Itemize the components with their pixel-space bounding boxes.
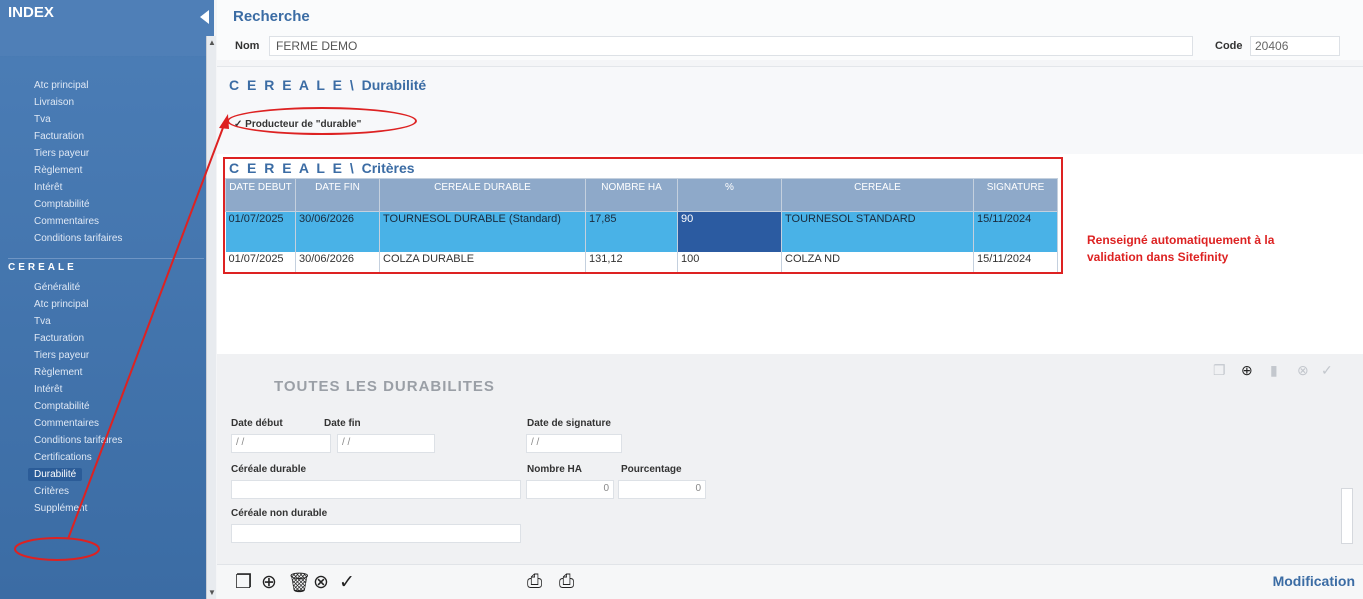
scroll-down-icon[interactable]: ▼ (208, 588, 216, 597)
sidebar-item-cereale-atc-principal[interactable]: Atc principal (34, 299, 88, 310)
sidebar: INDEX Atc principal Livraison Tva Factur… (0, 0, 214, 599)
scroll-up-icon[interactable]: ▲ (208, 38, 216, 47)
sidebar-divider (8, 258, 204, 259)
date-debut-label: Date début (231, 418, 283, 429)
nombre-ha-field[interactable]: 0 (526, 480, 614, 499)
cereale-durable-label: Céréale durable (231, 464, 307, 475)
copy-icon[interactable]: ❐ (1213, 362, 1226, 379)
date-signature-label: Date de signature (527, 418, 611, 429)
date-debut-field[interactable]: / / (231, 434, 331, 453)
annotation-line-1: Renseigné automatiquement à la (1087, 233, 1275, 247)
sidebar-item-facturation[interactable]: Facturation (34, 131, 84, 142)
main-content: Recherche Nom FERME DEMO Code 20406 C E … (217, 0, 1363, 599)
sidebar-item-tiers-payeur[interactable]: Tiers payeur (34, 148, 89, 159)
highlight-ellipse (227, 107, 417, 135)
form-scrollbar[interactable] (1341, 488, 1353, 544)
sidebar-item-cereale-comptabilite[interactable]: Comptabilité (34, 401, 90, 412)
cancel-icon[interactable]: ⊗ (1297, 362, 1309, 379)
sidebar-item-cereale-tiers-payeur[interactable]: Tiers payeur (34, 350, 89, 361)
sidebar-item-cereale-tva[interactable]: Tva (34, 316, 51, 327)
sidebar-item-cereale-commentaires[interactable]: Commentaires (34, 418, 99, 429)
sidebar-item-cereale-facturation[interactable]: Facturation (34, 333, 84, 344)
durabilite-title-suffix: Durabilité (361, 77, 427, 93)
add-record-icon[interactable]: ⊕ (261, 571, 277, 594)
sidebar-item-reglement[interactable]: Règlement (34, 165, 82, 176)
durabilites-form-panel: ❐ ⊕ ▮ ⊗ ✓ TOUTES LES DURABILITES Date dé… (217, 354, 1363, 564)
code-label: Code (1215, 40, 1243, 52)
criteres-highlight-box (223, 157, 1063, 274)
sidebar-item-conditions-tarifaires[interactable]: Conditions tarifaires (34, 233, 122, 244)
cereale-non-durable-field[interactable] (231, 524, 521, 543)
sidebar-scrollbar[interactable]: ▲ ▼ (206, 36, 216, 599)
validate-icon[interactable]: ✓ (1321, 362, 1333, 379)
sidebar-item-durabilite[interactable]: Durabilité (28, 468, 83, 481)
durabilite-section-title: C E R E A L E \ Durabilité (229, 77, 426, 93)
search-bar: Recherche Nom FERME DEMO Code 20406 (217, 0, 1363, 60)
name-field[interactable]: FERME DEMO (269, 36, 1193, 56)
annotation-note: Renseigné automatiquement à la validatio… (1087, 232, 1274, 266)
sidebar-item-certifications[interactable]: Certifications (34, 452, 92, 463)
delete-icon[interactable]: ▮ (1270, 362, 1278, 379)
collapse-sidebar-icon[interactable] (200, 10, 209, 24)
nombre-ha-label: Nombre HA (527, 464, 583, 475)
sidebar-section-cereale: CEREALE (8, 262, 77, 273)
sidebar-item-atc-principal[interactable]: Atc principal (34, 80, 88, 91)
sidebar-item-interet[interactable]: Intérêt (34, 182, 62, 193)
date-fin-field[interactable]: / / (337, 434, 435, 453)
code-field[interactable]: 20406 (1250, 36, 1340, 56)
cancel-record-icon[interactable]: ⊗ (313, 571, 329, 594)
page-title: Recherche (233, 8, 310, 25)
bottom-toolbar: ❐ ⊕ 🗑 ⊗ ✓ ⎙ ⎙ Modification (217, 564, 1363, 599)
status-mode: Modification (1272, 573, 1355, 589)
date-signature-field[interactable]: / / (526, 434, 622, 453)
sidebar-title: INDEX (8, 4, 54, 21)
cereale-non-durable-label: Céréale non durable (231, 508, 328, 519)
pourcentage-field[interactable]: 0 (618, 480, 706, 499)
print-icon[interactable]: ⎙ (527, 571, 542, 593)
sidebar-item-supplement[interactable]: Supplément (34, 503, 87, 514)
name-label: Nom (235, 40, 260, 52)
sidebar-item-criteres[interactable]: Critères (34, 486, 69, 497)
copy-record-icon[interactable]: ❐ (235, 571, 252, 594)
validate-record-icon[interactable]: ✓ (339, 571, 355, 594)
sidebar-item-cereale-interet[interactable]: Intérêt (34, 384, 62, 395)
cereale-durable-field[interactable] (231, 480, 521, 499)
annotation-line-2: validation dans Sitefinity (1087, 250, 1229, 264)
sidebar-item-cereale-conditions-tarifaires[interactable]: Conditions tarifaires (34, 435, 122, 446)
sidebar-item-cereale-reglement[interactable]: Règlement (34, 367, 82, 378)
form-title: TOUTES LES DURABILITES (274, 378, 495, 395)
date-fin-label: Date fin (324, 418, 361, 429)
sidebar-item-generalite[interactable]: Généralité (34, 282, 80, 293)
pourcentage-label: Pourcentage (621, 464, 682, 475)
delete-record-icon[interactable]: 🗑 (287, 571, 311, 595)
sidebar-item-tva[interactable]: Tva (34, 114, 51, 125)
sidebar-item-comptabilite[interactable]: Comptabilité (34, 199, 90, 210)
sidebar-item-livraison[interactable]: Livraison (34, 97, 74, 108)
durabilite-panel: C E R E A L E \ Durabilité ✓ Producteur … (217, 66, 1363, 154)
sidebar-item-commentaires[interactable]: Commentaires (34, 216, 99, 227)
add-icon[interactable]: ⊕ (1241, 362, 1253, 379)
durabilite-title-prefix: C E R E A L E \ (229, 77, 356, 93)
print-settings-icon[interactable]: ⎙ (559, 571, 574, 593)
